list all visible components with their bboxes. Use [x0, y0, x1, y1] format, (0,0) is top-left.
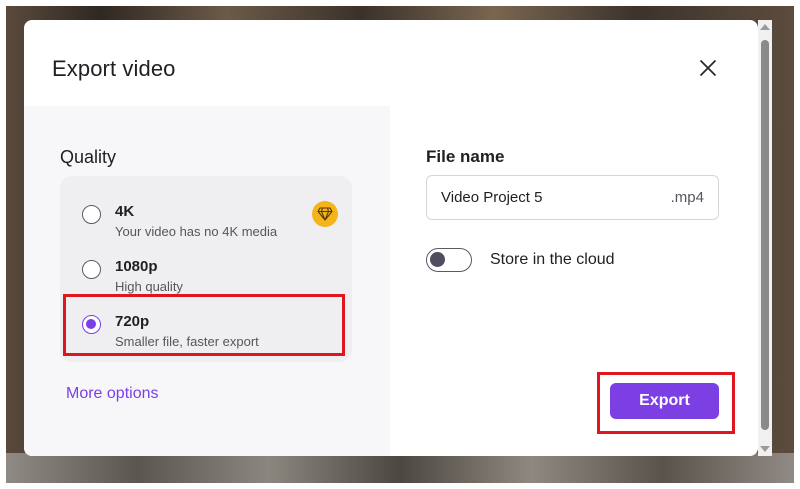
option-subtitle: High quality [115, 279, 183, 294]
quality-option-720p[interactable]: 720p Smaller file, faster export [60, 307, 352, 362]
quality-panel: Quality 4K Your video has no 4K media 10… [24, 106, 390, 456]
cloud-toggle-label: Store in the cloud [490, 251, 615, 268]
option-title: 1080p [115, 258, 158, 275]
radio-4k[interactable] [82, 205, 101, 224]
option-subtitle: Your video has no 4K media [115, 224, 278, 239]
more-options-link[interactable]: More options [66, 385, 159, 403]
file-name-input[interactable]: Video Project 5 .mp4 [426, 175, 719, 220]
file-name-label: File name [426, 147, 505, 166]
scroll-up-arrow-icon[interactable] [760, 24, 770, 30]
close-icon [700, 60, 716, 76]
close-button[interactable] [696, 56, 720, 80]
file-name-value: Video Project 5 [441, 189, 543, 206]
option-subtitle: Smaller file, faster export [115, 334, 259, 349]
quality-option-4k[interactable]: 4K Your video has no 4K media [60, 197, 352, 252]
cloud-toggle[interactable] [426, 248, 472, 272]
scroll-down-arrow-icon[interactable] [760, 446, 770, 452]
option-title: 720p [115, 313, 150, 330]
file-extension: .mp4 [670, 189, 704, 206]
radio-720p[interactable] [82, 315, 101, 334]
export-video-dialog: Export video Quality 4K Your video has n… [24, 20, 758, 456]
scrollbar[interactable] [758, 20, 772, 456]
export-button[interactable]: Export [610, 383, 719, 419]
dialog-title: Export video [52, 56, 176, 81]
premium-badge [312, 201, 338, 227]
option-title: 4K [115, 203, 135, 220]
quality-option-1080p[interactable]: 1080p High quality [60, 252, 352, 307]
quality-options: 4K Your video has no 4K media 1080p High… [60, 176, 352, 362]
premium-diamond-icon [317, 207, 333, 221]
radio-1080p[interactable] [82, 260, 101, 279]
quality-label: Quality [60, 147, 117, 167]
scroll-thumb[interactable] [761, 40, 769, 430]
